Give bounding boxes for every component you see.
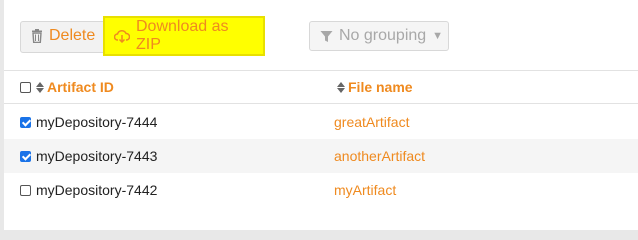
- table-row[interactable]: myDepository-7443 anotherArtifact: [4, 139, 638, 173]
- delete-button[interactable]: Delete: [21, 22, 104, 50]
- download-zip-button[interactable]: Download as ZIP: [103, 16, 265, 56]
- artifacts-panel: Delete Download as ZIP No grouping ▼ Art…: [4, 0, 638, 230]
- artifact-id: myDepository-7444: [36, 114, 158, 130]
- delete-label: Delete: [49, 27, 96, 44]
- action-button-group: Delete Download as ZIP: [20, 16, 265, 56]
- download-zip-label: Download as ZIP: [136, 18, 229, 53]
- cloud-download-icon: [114, 29, 130, 43]
- table-header: Artifact ID File name: [4, 70, 638, 104]
- filter-icon: [320, 30, 333, 43]
- row-checkbox[interactable]: [20, 116, 31, 128]
- column-label: File name: [348, 79, 413, 95]
- artifact-id-cell: myDepository-7442: [20, 173, 157, 207]
- chevron-down-icon: ▼: [432, 30, 444, 42]
- file-name-link[interactable]: myArtifact: [334, 173, 396, 207]
- sort-icon: [36, 81, 44, 93]
- grouping-select[interactable]: No grouping ▼: [309, 21, 449, 51]
- select-all-checkbox[interactable]: [20, 81, 31, 93]
- file-name-link[interactable]: greatArtifact: [334, 105, 409, 139]
- row-checkbox[interactable]: [20, 184, 31, 196]
- artifact-id: myDepository-7443: [36, 148, 158, 164]
- grouping-label: No grouping: [339, 27, 427, 44]
- artifact-id-cell: myDepository-7444: [20, 105, 157, 139]
- file-name-link[interactable]: anotherArtifact: [334, 139, 425, 173]
- artifact-id: myDepository-7442: [36, 182, 158, 198]
- column-header-artifact-id[interactable]: Artifact ID: [20, 71, 114, 103]
- toolbar: Delete Download as ZIP No grouping ▼: [20, 16, 449, 56]
- column-label: Artifact ID: [47, 79, 114, 95]
- artifact-id-cell: myDepository-7443: [20, 139, 157, 173]
- column-header-file-name[interactable]: File name: [337, 71, 413, 103]
- table-row[interactable]: myDepository-7442 myArtifact: [4, 173, 638, 207]
- table-row[interactable]: myDepository-7444 greatArtifact: [4, 105, 638, 139]
- sort-icon: [337, 81, 345, 93]
- row-checkbox[interactable]: [20, 150, 31, 162]
- trash-icon: [31, 29, 43, 43]
